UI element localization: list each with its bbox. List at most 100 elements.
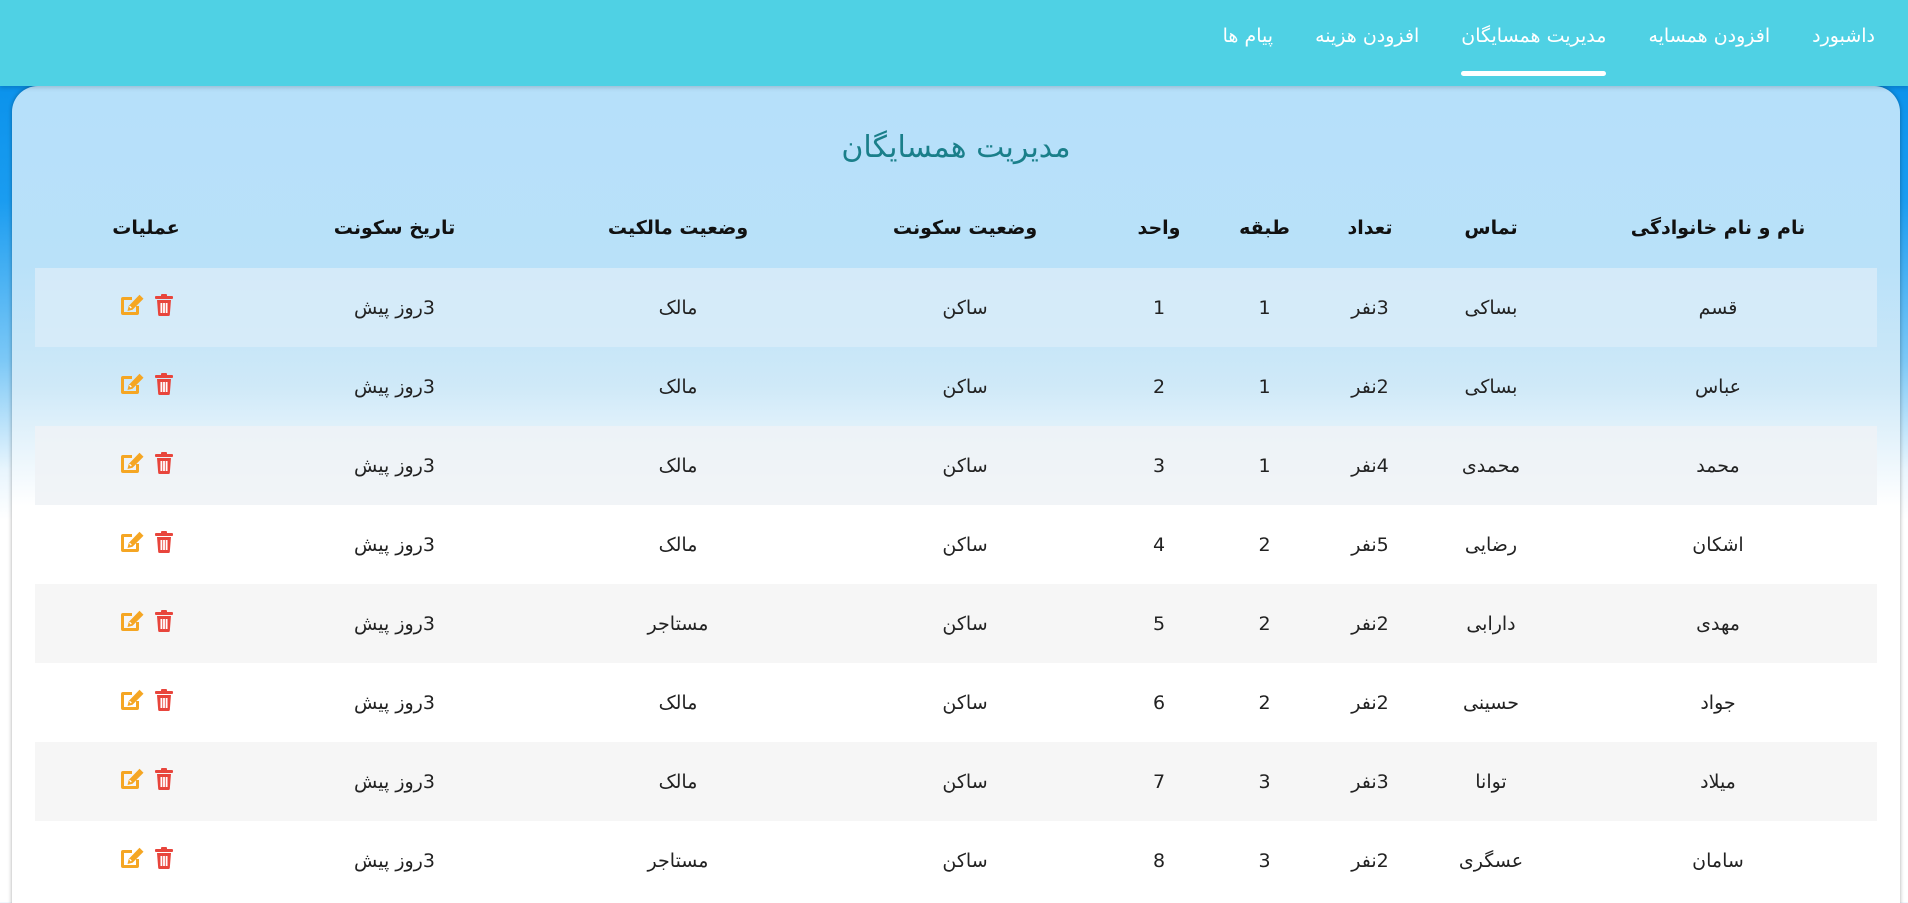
table-row: قسم بساکی 3نفر 1 1 ساکن مالک 3روز پیش — [35, 268, 1877, 347]
cell-residence-status: ساکن — [824, 268, 1106, 347]
cell-unit: 5 — [1106, 584, 1212, 663]
table-row: محمد محمدی 4نفر 1 3 ساکن مالک 3روز پیش — [35, 426, 1877, 505]
table-row: جواد حسینی 2نفر 2 6 ساکن مالک 3روز پیش — [35, 663, 1877, 742]
cell-floor: 3 — [1258, 849, 1271, 872]
cell-name: قسم — [1559, 268, 1877, 347]
row-actions — [119, 373, 174, 395]
edit-icon[interactable] — [119, 294, 145, 316]
trash-icon[interactable] — [154, 768, 174, 790]
cell-floor: 3 — [1212, 742, 1317, 821]
cell-ownership-status: مالک — [532, 268, 824, 347]
nav-item-dashboard[interactable]: داشبورد — [1791, 22, 1896, 76]
cell-unit: 1 — [1106, 268, 1212, 347]
cell-residence-date: 3روز پیش — [354, 533, 435, 556]
trash-icon[interactable] — [154, 531, 174, 553]
cell-contact: حسینی — [1463, 691, 1519, 714]
cell-ownership-status: مالک — [658, 691, 698, 714]
table-row: میلاد توانا 3نفر 3 7 ساکن مالک 3روز پیش — [35, 742, 1877, 821]
cell-unit: 6 — [1152, 691, 1166, 714]
cell-unit: 7 — [1106, 742, 1212, 821]
cell-operations — [35, 742, 257, 821]
cell-count: 2نفر — [1351, 849, 1389, 872]
nav-menu: داشبورد افزودن همسایه مدیریت همسایگان اف… — [1202, 22, 1896, 76]
cell-unit: 4 — [1152, 533, 1166, 556]
row-actions — [119, 847, 174, 869]
header-unit: واحد — [1137, 217, 1181, 239]
header-ownership-status: وضعیت مالکیت — [607, 217, 749, 239]
cell-name: عباس — [1694, 375, 1742, 398]
cell-unit: 8 — [1152, 849, 1166, 872]
cell-ownership-status: مستاجر — [532, 584, 824, 663]
cell-residence-status: ساکن — [824, 426, 1106, 505]
cell-operations — [35, 347, 257, 426]
cell-residence-status: ساکن — [942, 533, 988, 556]
cell-residence-status: ساکن — [942, 691, 988, 714]
cell-operations — [35, 426, 257, 505]
cell-ownership-status: مالک — [658, 533, 698, 556]
cell-name: مهدی — [1559, 584, 1877, 663]
edit-icon[interactable] — [119, 452, 145, 474]
trash-icon[interactable] — [154, 610, 174, 632]
neighbors-table: نام و نام خانوادگی تماس تعداد طبقه واحد … — [35, 188, 1877, 900]
cell-residence-date: 3روز پیش — [257, 584, 532, 663]
edit-icon[interactable] — [119, 768, 145, 790]
cell-floor: 1 — [1212, 426, 1317, 505]
cell-ownership-status: مالک — [532, 742, 824, 821]
row-actions — [119, 294, 174, 316]
nav-item-manage-neighbors[interactable]: مدیریت همسایگان — [1440, 22, 1627, 76]
table-row: مهدی دارابی 2نفر 2 5 ساکن مستاجر 3روز پیش — [35, 584, 1877, 663]
trash-icon[interactable] — [154, 689, 174, 711]
cell-contact: دارابی — [1423, 584, 1559, 663]
cell-floor: 1 — [1258, 375, 1271, 398]
cell-count: 2نفر — [1351, 375, 1389, 398]
cell-name: محمد — [1559, 426, 1877, 505]
cell-residence-date: 3روز پیش — [354, 691, 435, 714]
edit-icon[interactable] — [119, 689, 145, 711]
cell-contact: رضایی — [1464, 533, 1518, 556]
row-actions — [119, 531, 174, 553]
nav-item-messages[interactable]: پیام ها — [1202, 22, 1294, 76]
cell-contact: محمدی — [1423, 426, 1559, 505]
table-header-row: نام و نام خانوادگی تماس تعداد طبقه واحد … — [35, 188, 1877, 268]
cell-ownership-status: مستاجر — [647, 849, 709, 872]
edit-icon[interactable] — [119, 847, 145, 869]
cell-name: جواد — [1700, 691, 1736, 714]
cell-operations — [35, 584, 257, 663]
edit-icon[interactable] — [119, 610, 145, 632]
cell-contact: توانا — [1423, 742, 1559, 821]
cell-contact: بساکی — [1464, 375, 1518, 398]
cell-operations — [35, 821, 257, 900]
cell-operations — [35, 663, 257, 742]
cell-residence-date: 3روز پیش — [257, 268, 532, 347]
page-title: مدیریت همسایگان — [841, 130, 1071, 165]
cell-count: 2نفر — [1351, 691, 1389, 714]
edit-icon[interactable] — [119, 531, 145, 553]
cell-unit: 2 — [1152, 375, 1166, 398]
trash-icon[interactable] — [154, 294, 174, 316]
trash-icon[interactable] — [154, 847, 174, 869]
cell-count: 5نفر — [1351, 533, 1389, 556]
cell-unit: 3 — [1106, 426, 1212, 505]
cell-operations — [35, 505, 257, 584]
trash-icon[interactable] — [154, 373, 174, 395]
header-floor: طبقه — [1239, 217, 1290, 239]
header-residence-status: وضعیت سکونت — [892, 217, 1038, 239]
edit-icon[interactable] — [119, 373, 145, 395]
nav-item-add-expense[interactable]: افزودن هزینه — [1294, 22, 1440, 76]
header-residence-date: تاریخ سکونت — [333, 217, 456, 239]
cell-contact: عسگری — [1458, 849, 1524, 872]
cell-count: 3نفر — [1317, 268, 1423, 347]
nav-item-add-neighbor[interactable]: افزودن همسایه — [1627, 22, 1791, 76]
trash-icon[interactable] — [154, 452, 174, 474]
cell-residence-status: ساکن — [824, 584, 1106, 663]
cell-floor: 2 — [1258, 691, 1271, 714]
cell-residence-status: ساکن — [942, 849, 988, 872]
cell-floor: 2 — [1258, 533, 1271, 556]
cell-residence-date: 3روز پیش — [257, 742, 532, 821]
cell-ownership-status: مالک — [532, 426, 824, 505]
cell-name: میلاد — [1559, 742, 1877, 821]
cell-ownership-status: مالک — [658, 375, 698, 398]
cell-operations — [35, 268, 257, 347]
cell-residence-date: 3روز پیش — [354, 849, 435, 872]
cell-count: 2نفر — [1317, 584, 1423, 663]
